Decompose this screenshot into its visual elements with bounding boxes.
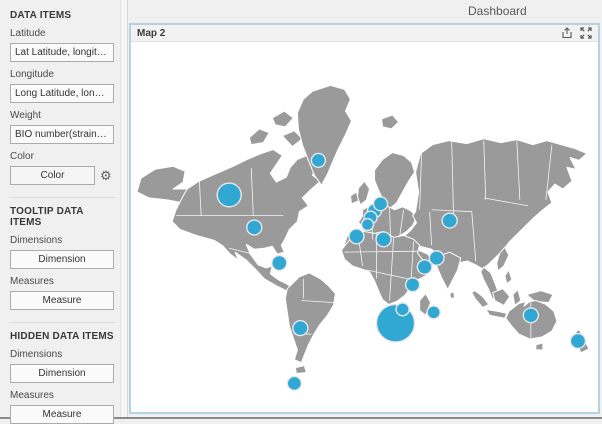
map-bubble[interactable] <box>293 321 308 336</box>
land-arctic-island <box>249 129 269 145</box>
map-bubble[interactable] <box>272 256 287 271</box>
gear-icon[interactable]: ⚙ <box>100 169 112 183</box>
land-uk <box>357 181 369 205</box>
map-bubble[interactable] <box>349 229 364 244</box>
map-bubble[interactable] <box>396 303 409 316</box>
map-bubble[interactable] <box>311 153 325 167</box>
land-sri-lanka <box>450 292 455 299</box>
tooltip-dimension-button[interactable]: Dimension <box>10 250 114 269</box>
tooltip-measures-label: Measures <box>10 276 115 287</box>
map-panel: Map 2 <box>129 23 600 414</box>
land-borneo <box>493 289 510 306</box>
map-bubble[interactable] <box>406 278 420 292</box>
land-north-america <box>172 150 320 291</box>
map-bubble[interactable] <box>442 213 457 228</box>
longitude-field-button[interactable]: Long Latitude, longitu... <box>10 84 114 103</box>
land-sumatra <box>472 291 489 308</box>
data-items-header: DATA ITEMS <box>10 10 115 21</box>
land-arctic-island <box>272 111 293 127</box>
hidden-dimensions-label: Dimensions <box>10 349 115 360</box>
land-south-america <box>285 273 335 363</box>
land-iceland <box>382 115 399 129</box>
tooltip-dimensions-label: Dimensions <box>10 235 115 246</box>
map-canvas <box>131 42 598 412</box>
longitude-label: Longitude <box>10 69 115 80</box>
map-bubble[interactable] <box>376 232 391 247</box>
map-bubble[interactable] <box>427 306 440 319</box>
world-map-land <box>137 85 589 373</box>
section-divider <box>10 322 115 323</box>
color-button[interactable]: Color <box>10 166 95 185</box>
app-window: DATA ITEMS Latitude Lat Latitude, longit… <box>0 0 602 417</box>
land-ireland <box>350 192 358 204</box>
main-area: Dashboard Map 2 <box>128 0 602 417</box>
weight-field-button[interactable]: BIO number(strains.na... <box>10 125 114 144</box>
land-philippines <box>505 270 512 284</box>
map-bubble[interactable] <box>247 220 262 235</box>
land-tierra-del-fuego <box>295 366 306 374</box>
latitude-label: Latitude <box>10 28 115 39</box>
maximize-icon[interactable] <box>580 27 592 39</box>
map-bubble[interactable] <box>374 197 388 211</box>
hidden-measures-label: Measures <box>10 390 115 401</box>
land-new-guinea <box>527 291 553 303</box>
map-panel-header: Map 2 <box>131 25 598 42</box>
section-divider <box>10 197 115 198</box>
map-bubble[interactable] <box>417 260 432 274</box>
map-bubble[interactable] <box>217 183 241 207</box>
map-bubble[interactable] <box>570 334 585 349</box>
tooltip-data-items-header: TOOLTIP DATA ITEMS <box>10 206 115 228</box>
land-tasmania <box>536 343 543 350</box>
world-map <box>131 42 598 412</box>
sidebar: DATA ITEMS Latitude Lat Latitude, longit… <box>0 0 128 417</box>
latitude-field-button[interactable]: Lat Latitude, longitude... <box>10 43 114 62</box>
tooltip-measure-button[interactable]: Measure <box>10 291 114 310</box>
topbar: Dashboard <box>128 0 602 23</box>
land-asia <box>403 139 587 269</box>
export-icon[interactable] <box>561 27 573 39</box>
hidden-measure-button[interactable]: Measure <box>10 405 114 424</box>
map-bubble[interactable] <box>287 376 301 390</box>
tab-dashboard[interactable]: Dashboard <box>468 4 527 18</box>
sidebar-scrollbar[interactable] <box>120 0 127 417</box>
weight-label: Weight <box>10 110 115 121</box>
land-java <box>486 309 507 318</box>
hidden-data-items-header: HIDDEN DATA ITEMS <box>10 331 115 342</box>
map-panel-title: Map 2 <box>137 28 165 39</box>
hidden-dimension-button[interactable]: Dimension <box>10 364 114 383</box>
map-bubble[interactable] <box>523 308 538 323</box>
color-label: Color <box>10 151 115 162</box>
map-bubble[interactable] <box>361 219 373 231</box>
